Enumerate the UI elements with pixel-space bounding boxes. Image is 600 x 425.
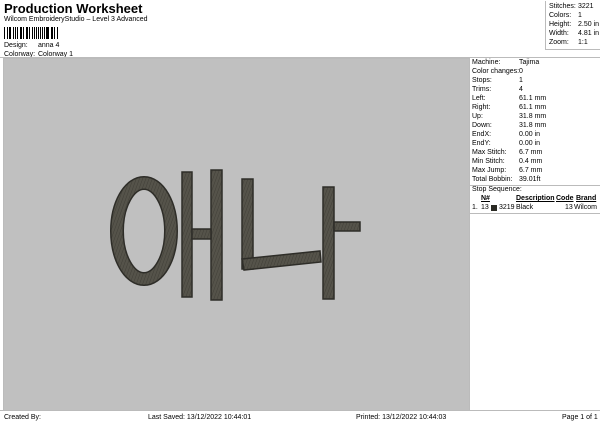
last-saved: Last Saved: 13/12/2022 10:44:01	[148, 414, 252, 421]
footer: Created By: Last Saved: 13/12/2022 10:44…	[0, 410, 600, 425]
stitch-shape-bar-1	[181, 171, 193, 298]
design-value: anna 4	[38, 42, 60, 49]
created-by: Created By:	[4, 414, 41, 421]
prop-trims: Trims: 4	[472, 86, 523, 93]
prop-down: Down: 31.8 mm	[472, 122, 547, 129]
stop-row-index: 1.	[472, 204, 478, 211]
summary-width: Width: 4.81 in	[549, 30, 600, 37]
prop-endx: EndX: 0.00 in	[472, 131, 541, 138]
table-divider	[470, 213, 600, 214]
stitch-shape-bar-3	[322, 186, 335, 300]
design-row: Design: anna 4	[4, 42, 124, 51]
prop-up: Up: 31.8 mm	[472, 113, 547, 120]
stitch-shape-bar-2	[210, 169, 223, 301]
stitch-shape-cross-1	[191, 228, 212, 240]
design-canvas[interactable]	[3, 58, 470, 411]
col-header-description: Description	[516, 195, 555, 202]
prop-total-bobbin: Total Bobbin: 39.01ft	[472, 176, 541, 183]
stop-sequence-title: Stop Sequence:	[472, 186, 522, 193]
prop-color-changes: Color changes: 0	[472, 68, 523, 75]
prop-max-jump: Max Jump: 6.7 mm	[472, 167, 543, 174]
summary-colors: Colors: 1	[549, 12, 582, 19]
col-header-brand: Brand	[576, 195, 597, 202]
barcode	[4, 27, 58, 39]
properties-panel: Machine: Tajima Color changes: 0 Stops: 1 T…	[469, 58, 600, 409]
design-label: Design:	[4, 42, 28, 49]
stop-row-brand: Wilcom	[574, 204, 597, 211]
stitch-shape-l-vertical	[241, 178, 254, 270]
prop-min-stitch: Min Stitch: 0.4 mm	[472, 158, 543, 165]
prop-endy: EndY: 0.00 in	[472, 140, 541, 147]
col-header-code: Code	[556, 195, 574, 202]
stitch-shape-cross-2	[333, 221, 361, 232]
embroidery-design	[110, 169, 361, 301]
stop-row-stitches: 3219	[499, 204, 515, 211]
summary-box: Stitches: 3221 Colors: 1 Height: 2.50 in Wi…	[545, 1, 600, 50]
worksheet-title: Production Worksheet	[4, 1, 143, 16]
stop-row-description: Black	[516, 204, 534, 211]
summary-zoom: Zoom: 1:1	[549, 39, 588, 46]
page-number: Page 1 of 1	[562, 414, 598, 421]
prop-machine: Machine: Tajima	[472, 59, 540, 66]
summary-height: Height: 2.50 in	[549, 21, 600, 28]
prop-left: Left: 61.1 mm	[472, 95, 547, 102]
stop-row-n: 13	[481, 204, 489, 211]
printed-date: Printed: 13/12/2022 10:44:03	[356, 414, 447, 421]
summary-stitches: Stitches: 3221	[549, 3, 594, 10]
prop-stops: Stops: 1	[472, 77, 523, 84]
prop-right: Right: 61.1 mm	[472, 104, 547, 111]
col-header-n: N#	[481, 195, 490, 202]
color-swatch	[491, 205, 497, 211]
software-name: Wilcom EmbroideryStudio – Level 3 Advanc…	[4, 16, 148, 23]
stitch-shape-l-base	[241, 250, 322, 271]
stop-row-code: 13	[565, 204, 573, 211]
prop-max-stitch: Max Stitch: 6.7 mm	[472, 149, 543, 156]
